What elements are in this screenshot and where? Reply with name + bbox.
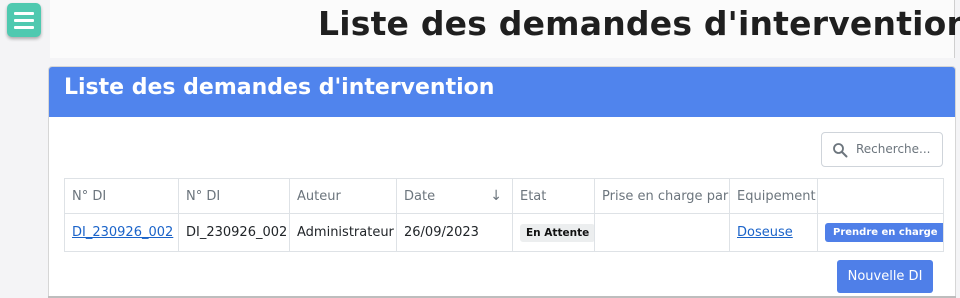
top-bar: Liste des demandes d'intervention bbox=[0, 0, 960, 58]
column-header-date[interactable]: Date ↓ bbox=[396, 178, 513, 214]
table-row: DI_230926_002 DI_230926_002 Administrate… bbox=[64, 213, 944, 252]
column-header[interactable]: Etat bbox=[512, 178, 595, 214]
search-box[interactable]: Recherche... bbox=[821, 132, 943, 167]
cell-equipment: Doseuse bbox=[729, 213, 818, 252]
title-area: Liste des demandes d'intervention bbox=[50, 0, 960, 58]
requests-table: N° DI N° DI Auteur Date ↓ Etat Prise en … bbox=[64, 178, 944, 252]
cell-date: 26/09/2023 bbox=[396, 213, 513, 252]
cell-di-link: DI_230926_002 bbox=[64, 213, 179, 252]
di-link[interactable]: DI_230926_002 bbox=[72, 225, 173, 240]
column-header-label: Date bbox=[404, 188, 436, 204]
requests-card: Liste des demandes d'intervention Recher… bbox=[48, 66, 956, 298]
column-header[interactable]: N° DI bbox=[178, 178, 290, 214]
cell-di: DI_230926_002 bbox=[178, 213, 290, 252]
column-header bbox=[817, 178, 944, 214]
search-input[interactable]: Recherche... bbox=[856, 142, 930, 156]
cell-status: En Attente bbox=[512, 213, 595, 252]
column-header[interactable]: Equipement bbox=[729, 178, 818, 214]
page-title: Liste des demandes d'intervention bbox=[318, 4, 960, 43]
status-badge: En Attente bbox=[520, 223, 594, 242]
table-header-row: N° DI N° DI Auteur Date ↓ Etat Prise en … bbox=[64, 178, 944, 214]
cell-taken-by bbox=[594, 213, 730, 252]
search-icon bbox=[833, 143, 848, 158]
card-header: Liste des demandes d'intervention bbox=[49, 67, 955, 117]
cell-action: Prendre en charge bbox=[817, 213, 944, 252]
column-header[interactable]: N° DI bbox=[64, 178, 179, 214]
equipment-link[interactable]: Doseuse bbox=[737, 225, 793, 240]
column-header[interactable]: Auteur bbox=[289, 178, 397, 214]
card-title: Liste des demandes d'intervention bbox=[64, 75, 495, 100]
take-charge-button[interactable]: Prendre en charge bbox=[825, 223, 943, 242]
hamburger-icon bbox=[14, 11, 34, 15]
menu-button[interactable] bbox=[7, 3, 41, 37]
sort-down-icon: ↓ bbox=[490, 188, 502, 204]
column-header[interactable]: Prise en charge par bbox=[594, 178, 730, 214]
new-di-button[interactable]: Nouvelle DI bbox=[837, 260, 933, 293]
cell-author: Administrateur bbox=[289, 213, 397, 252]
